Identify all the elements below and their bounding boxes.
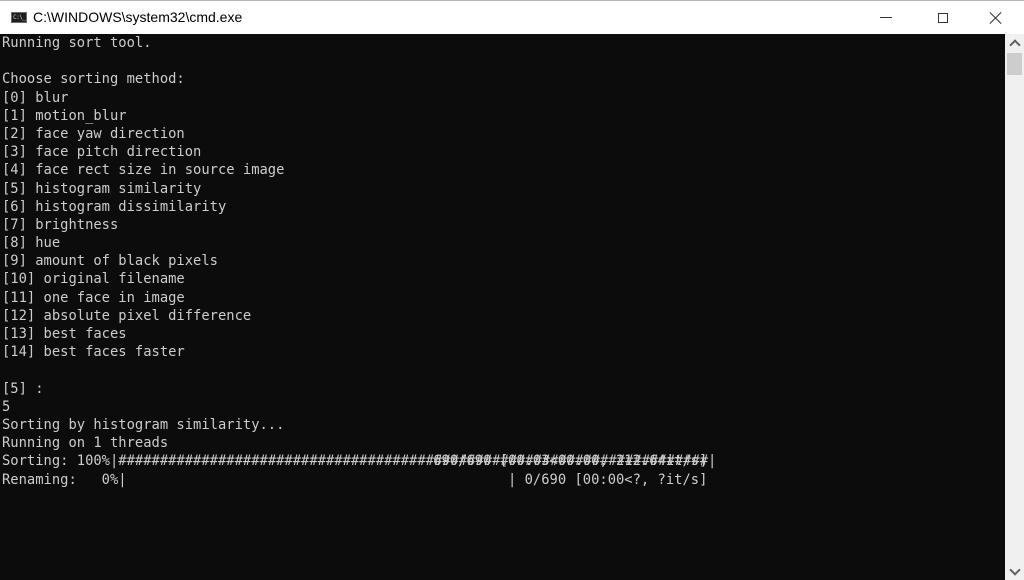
cmd-icon: C:\_ [11,12,27,23]
progress-line: Sorting: 100%| ##########################… [2,452,716,470]
console-line: 5 [2,398,11,415]
minimize-icon [880,17,892,18]
console-line: [2] face yaw direction [2,125,185,142]
title-bar[interactable]: C:\_ C:\WINDOWS\system32\cmd.exe [0,0,1024,34]
console-line: [6] histogram dissimilarity [2,198,227,215]
vertical-scrollbar[interactable] [1005,34,1024,580]
console-line: [11] one face in image [2,289,185,306]
console-line: [9] amount of black pixels [2,253,218,270]
console-output[interactable]: Running sort tool. Choose sorting method:… [0,34,1005,580]
progress-status: 690/690 [00:03<00:00, 212.64it/s] [433,453,708,470]
console-line: [3] face pitch direction [2,144,202,161]
console-line: Running on 1 threads [2,435,169,452]
console-line: Running sort tool. [2,35,152,51]
console-lines: Running sort tool. Choose sorting method:… [2,34,716,489]
scrollbar-thumb[interactable] [1007,53,1022,75]
console-line: Choose sorting method: [2,71,185,88]
progress-status: | 0/690 [00:00<?, ?it/s] [508,471,708,488]
cmd-icon-text: C:\_ [13,14,26,21]
console-line: [7] brightness [2,216,119,233]
maximize-icon [938,12,948,23]
scroll-up-button[interactable] [1005,34,1024,51]
close-icon [989,11,1003,25]
chevron-up-icon [1008,38,1021,51]
window-title: C:\WINDOWS\system32\cmd.exe [33,9,243,25]
progress-label: Renaming: 0%| [2,471,127,488]
console-line: [5] : [2,380,44,397]
console-line: [4] face rect size in source image [2,162,285,179]
progress-line: Renaming: 0%| | 0/690 [00:00<?, ?it/s] [2,471,716,489]
console-line: [0] blur [2,89,69,106]
console-line: [10] original filename [2,271,185,288]
console-line: Sorting by histogram similarity... [2,416,285,433]
progress-label: Sorting: 100%| [2,453,119,470]
close-button[interactable] [973,1,1019,34]
console-line: [14] best faces faster [2,344,185,361]
maximize-button[interactable] [920,1,966,34]
scroll-down-button[interactable] [1005,563,1024,580]
console-line: [8] hue [2,235,61,252]
console-line: [5] histogram similarity [2,180,202,197]
chevron-down-icon [1008,563,1021,576]
console-line: [13] best faces [2,326,127,342]
console-line: [1] motion_blur [2,107,127,124]
minimize-button[interactable] [863,1,909,34]
console-line: [12] absolute pixel difference [2,307,252,324]
